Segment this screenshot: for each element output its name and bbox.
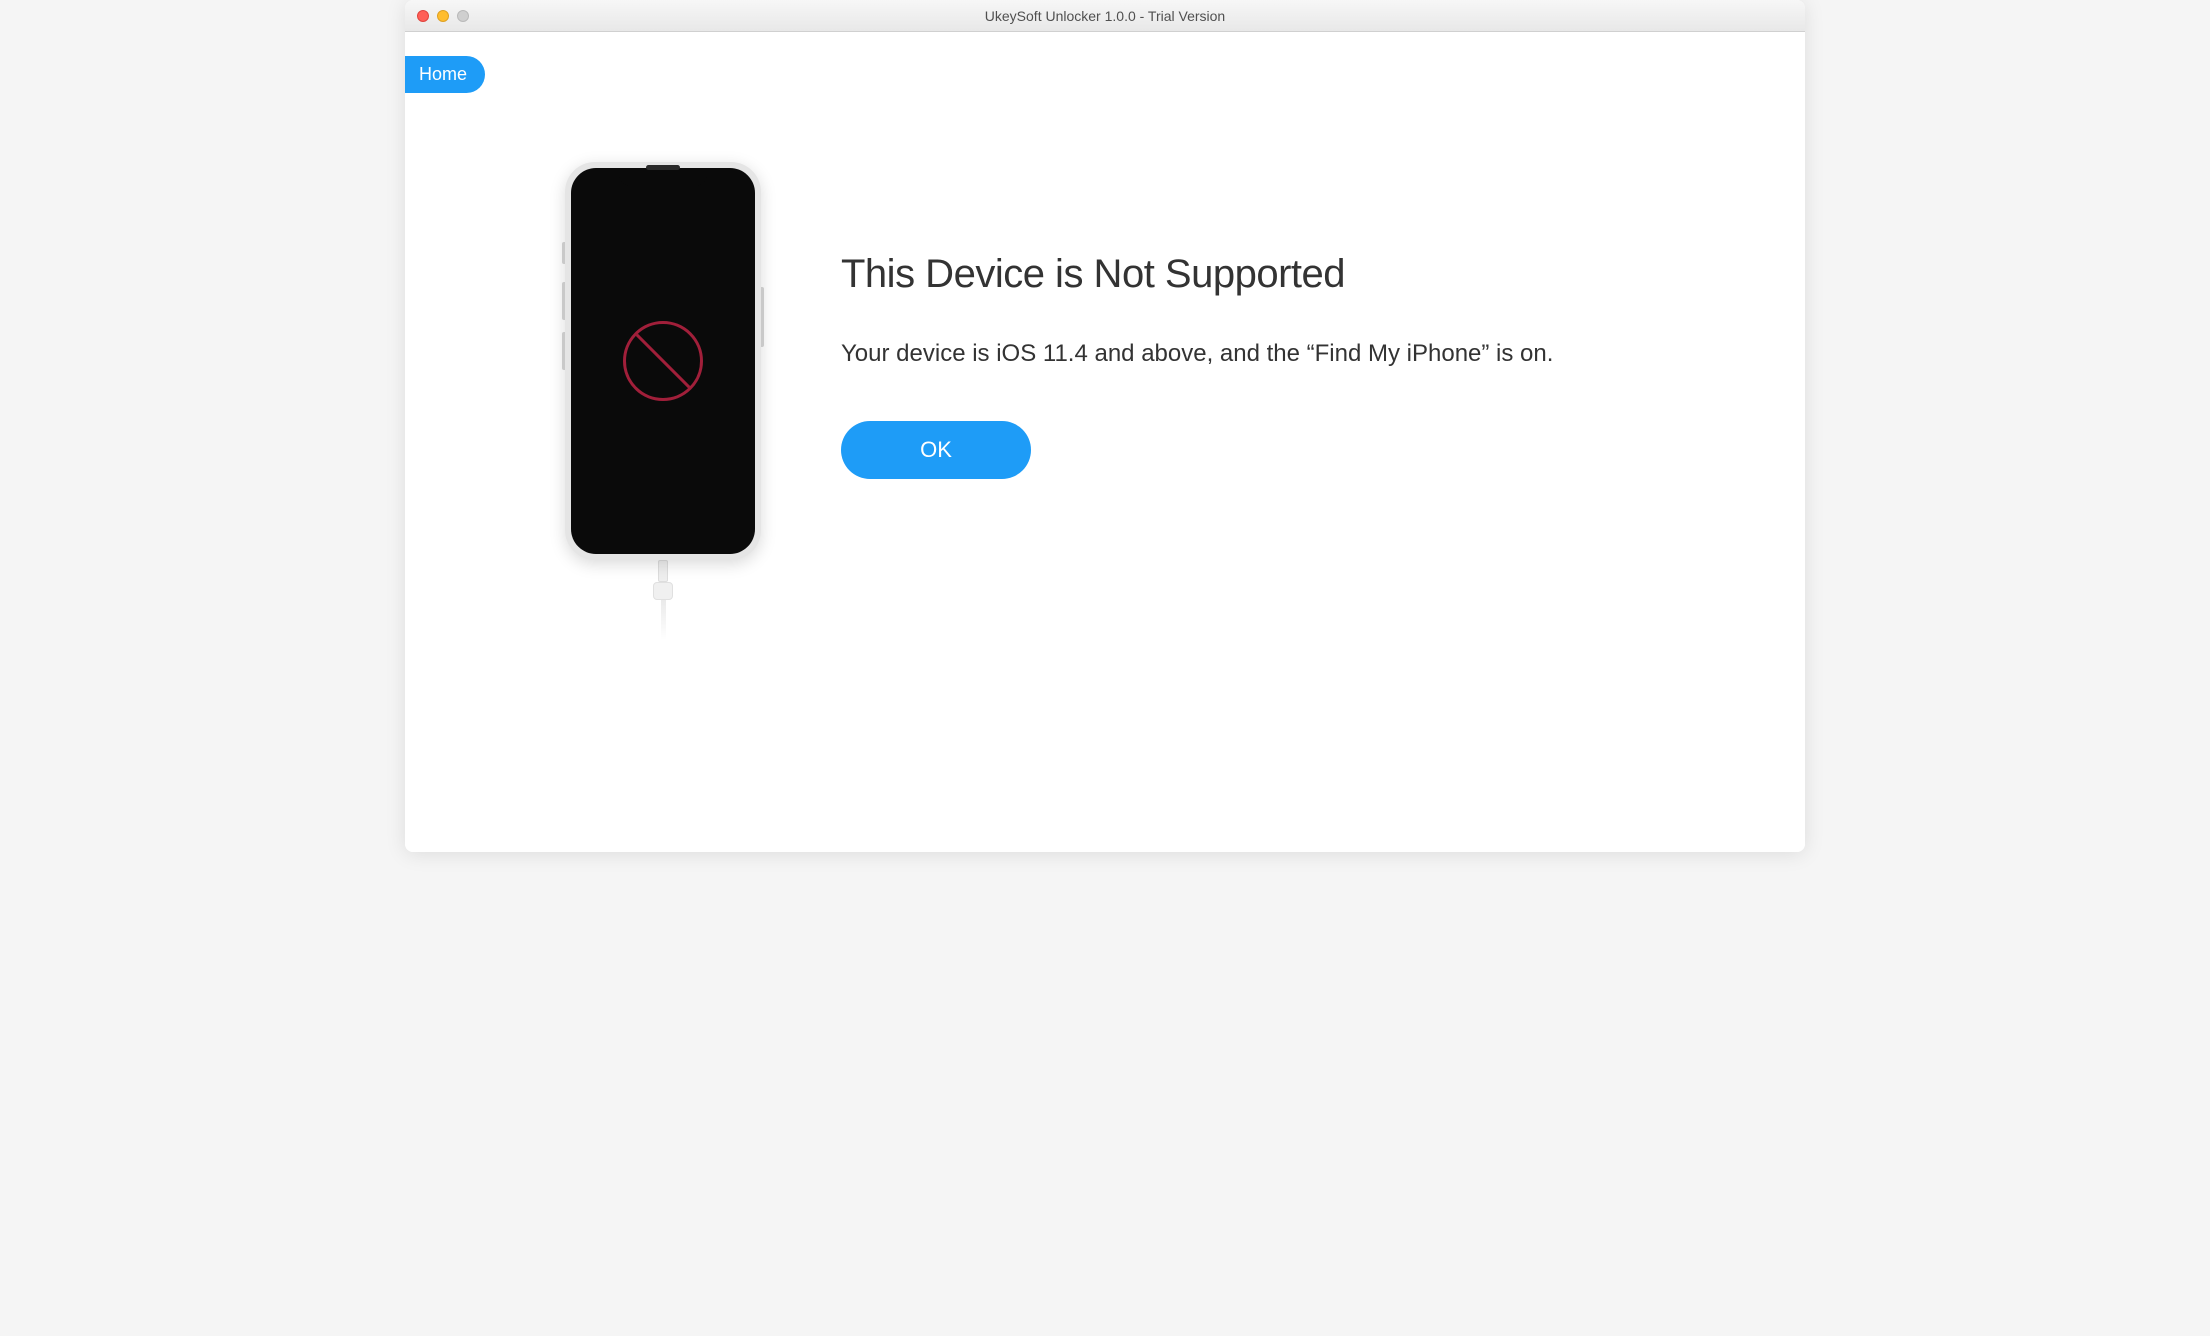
- titlebar: UkeySoft Unlocker 1.0.0 - Trial Version: [405, 0, 1805, 32]
- app-window: UkeySoft Unlocker 1.0.0 - Trial Version …: [405, 0, 1805, 852]
- traffic-lights: [417, 10, 469, 22]
- phone-frame: [565, 162, 761, 560]
- usb-cable-icon: [653, 560, 673, 640]
- home-button[interactable]: Home: [405, 56, 485, 93]
- device-illustration: [565, 162, 761, 640]
- not-supported-heading: This Device is Not Supported: [841, 252, 1725, 297]
- phone-screen: [571, 168, 755, 554]
- ok-button[interactable]: OK: [841, 421, 1031, 479]
- maximize-window-button[interactable]: [457, 10, 469, 22]
- phone-notch-icon: [619, 168, 707, 186]
- message-area: This Device is Not Supported Your device…: [841, 162, 1725, 479]
- content-area: Home: [405, 32, 1805, 852]
- phone-volume-up-icon: [562, 282, 565, 320]
- not-supported-description: Your device is iOS 11.4 and above, and t…: [841, 337, 1725, 371]
- phone-volume-down-icon: [562, 332, 565, 370]
- close-window-button[interactable]: [417, 10, 429, 22]
- phone-power-button-icon: [761, 287, 764, 347]
- window-title: UkeySoft Unlocker 1.0.0 - Trial Version: [985, 8, 1225, 24]
- main-area: This Device is Not Supported Your device…: [405, 32, 1805, 700]
- phone-mute-switch-icon: [562, 242, 565, 264]
- prohibition-icon: [623, 321, 703, 401]
- minimize-window-button[interactable]: [437, 10, 449, 22]
